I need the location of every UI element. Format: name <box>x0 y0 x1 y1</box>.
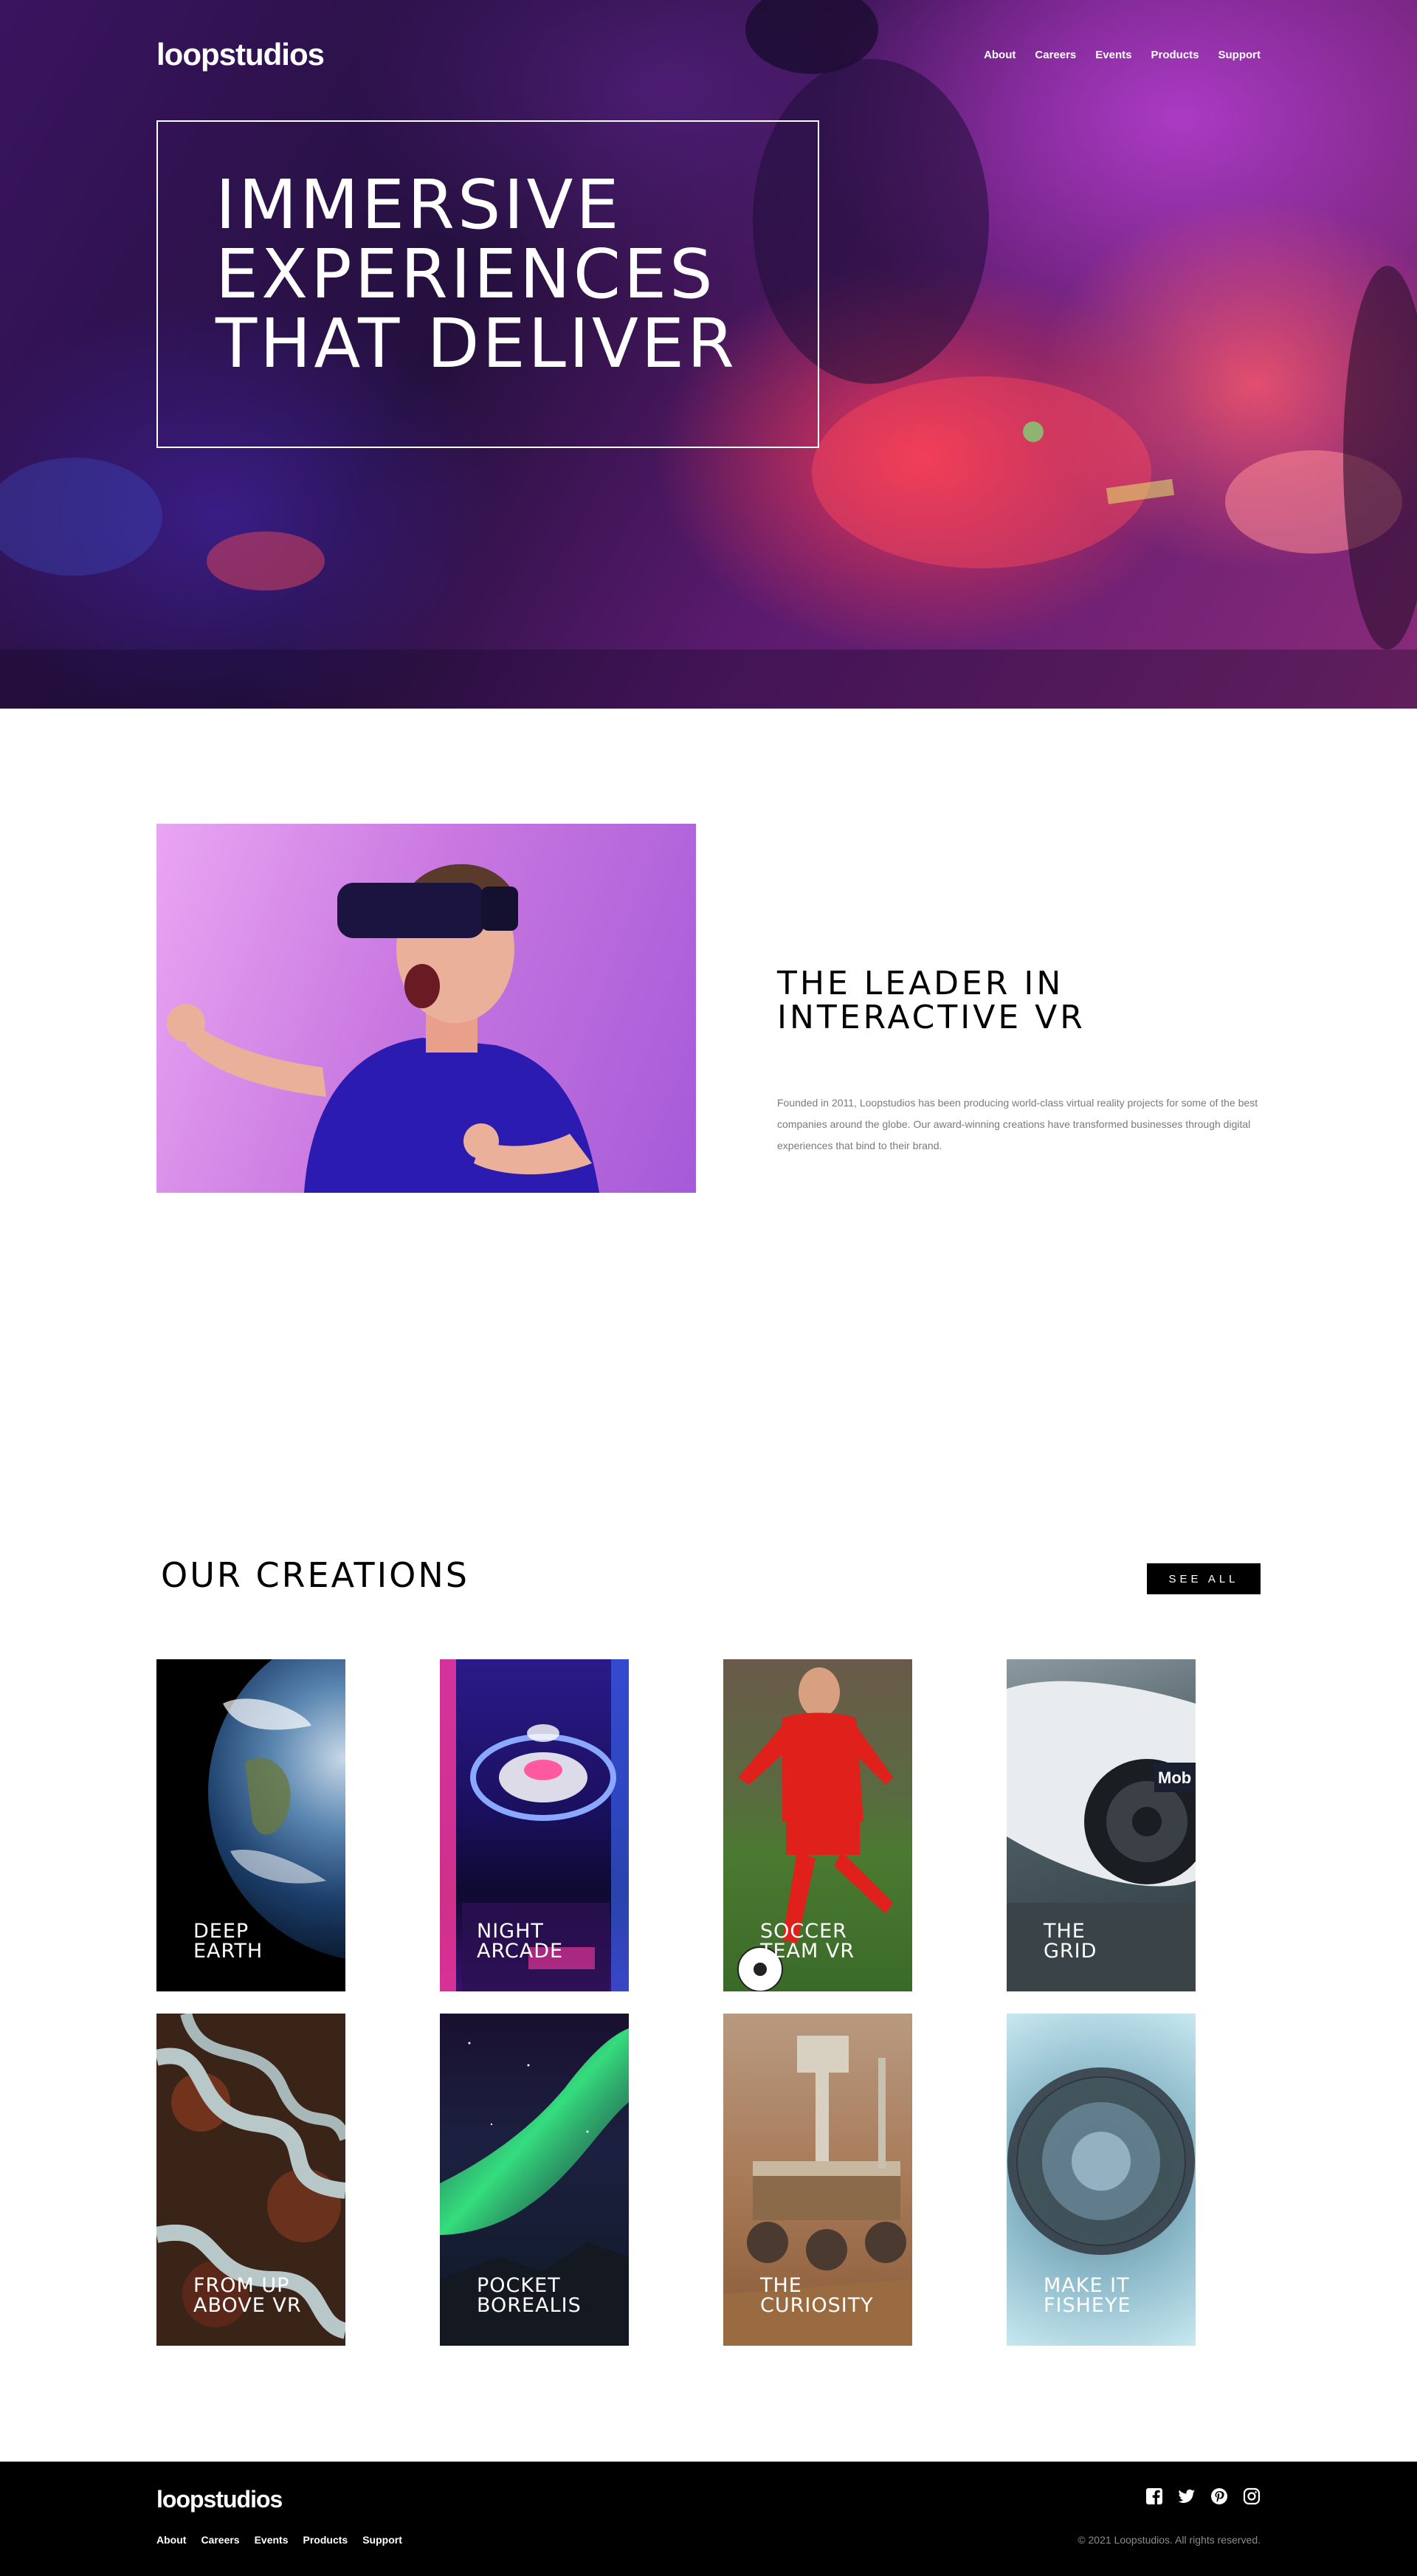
about-title-line: THE LEADER IN <box>777 965 1064 1002</box>
creation-card-night-arcade[interactable]: NIGHT ARCADE <box>440 1659 629 1991</box>
logo[interactable]: loopstudios <box>156 37 325 72</box>
footer-nav-about[interactable]: About <box>156 2534 186 2546</box>
creation-card-deep-earth[interactable]: DEEP EARTH <box>156 1659 345 1991</box>
creation-label: MAKE IT FISHEYE <box>1044 2276 1131 2315</box>
hero-title-line: EXPERIENCES <box>216 235 716 314</box>
twitter-icon[interactable] <box>1178 2487 1196 2505</box>
creations-title: OUR CREATIONS <box>161 1555 469 1595</box>
creations-section: OUR CREATIONS SEE ALL DEEP EARTH NIGHT A… <box>0 1447 1417 2462</box>
hero-title: IMMERSIVE EXPERIENCES THAT DELIVER <box>216 171 818 379</box>
hero-title-line: IMMERSIVE <box>216 165 622 244</box>
site-footer: loopstudios About Careers Events Product… <box>0 2462 1417 2576</box>
nav-products[interactable]: Products <box>1151 49 1199 61</box>
creation-card-pocket-borealis[interactable]: POCKET BOREALIS <box>440 2014 629 2346</box>
vr-illustration <box>167 864 599 1193</box>
creation-label-line: SOCCER <box>760 1920 847 1943</box>
footer-nav-careers[interactable]: Careers <box>201 2534 239 2546</box>
hero-section: loopstudios About Careers Events Product… <box>0 0 1417 709</box>
footer-nav-support[interactable]: Support <box>362 2534 402 2546</box>
creation-label-line: THE <box>760 2274 802 2297</box>
creation-card-the-grid[interactable]: Mob THE GRID <box>1007 1659 1196 1991</box>
social-links <box>1145 2487 1261 2505</box>
creation-label: POCKET BOREALIS <box>477 2276 582 2315</box>
copyright-text: © 2021 Loopstudios. All rights reserved. <box>1078 2534 1261 2546</box>
creation-label: THE CURIOSITY <box>760 2276 874 2315</box>
footer-logo[interactable]: loopstudios <box>156 2486 283 2513</box>
creation-label-line: TEAM VR <box>760 1940 855 1963</box>
creation-card-soccer-team-vr[interactable]: SOCCER TEAM VR <box>723 1659 912 1991</box>
creation-label: THE GRID <box>1044 1921 1097 1961</box>
nav-about[interactable]: About <box>984 49 1016 61</box>
creation-label: FROM UP ABOVE VR <box>193 2276 302 2315</box>
vr-headset-man-image <box>156 824 696 1193</box>
site-header: loopstudios About Careers Events Product… <box>156 37 1261 72</box>
instagram-icon[interactable] <box>1243 2487 1261 2505</box>
about-title-line: INTERACTIVE VR <box>777 999 1086 1036</box>
creation-label-line: ARCADE <box>477 1940 564 1963</box>
creation-card-make-it-fisheye[interactable]: MAKE IT FISHEYE <box>1007 2014 1196 2346</box>
footer-nav-events[interactable]: Events <box>255 2534 289 2546</box>
nav-events[interactable]: Events <box>1095 49 1131 61</box>
about-section: THE LEADER IN INTERACTIVE VR Founded in … <box>0 709 1417 1447</box>
creation-label-line: ABOVE VR <box>193 2294 302 2317</box>
creation-label-line: MAKE IT <box>1044 2274 1130 2297</box>
creation-label-line: EARTH <box>193 1940 263 1963</box>
creation-label-line: THE <box>1044 1920 1086 1943</box>
creation-card-from-up-above-vr[interactable]: FROM UP ABOVE VR <box>156 2014 345 2346</box>
footer-nav-products[interactable]: Products <box>303 2534 348 2546</box>
creation-label-line: FISHEYE <box>1044 2294 1131 2317</box>
creation-label: NIGHT ARCADE <box>477 1921 563 1961</box>
creation-label-line: NIGHT <box>477 1920 544 1943</box>
creation-label: DEEP EARTH <box>193 1921 263 1961</box>
about-description: Founded in 2011, Loopstudios has been pr… <box>777 1097 1258 1151</box>
main-nav: About Careers Events Products Support <box>984 49 1261 61</box>
facebook-icon[interactable] <box>1145 2487 1163 2505</box>
creation-label-line: FROM UP <box>193 2274 290 2297</box>
creation-label-line: GRID <box>1044 1940 1097 1963</box>
hero-title-line: THAT DELIVER <box>216 304 737 383</box>
nav-careers[interactable]: Careers <box>1035 49 1076 61</box>
creation-label-line: POCKET <box>477 2274 561 2297</box>
svg-text:Mob: Mob <box>1158 1769 1191 1787</box>
creation-label-line: BOREALIS <box>477 2294 582 2317</box>
creation-label-line: CURIOSITY <box>760 2294 874 2317</box>
about-title: THE LEADER IN INTERACTIVE VR <box>777 967 1220 1035</box>
hero-title-box: IMMERSIVE EXPERIENCES THAT DELIVER <box>156 120 819 448</box>
see-all-button[interactable]: SEE ALL <box>1147 1563 1261 1594</box>
creation-card-the-curiosity[interactable]: THE CURIOSITY <box>723 2014 912 2346</box>
pinterest-icon[interactable] <box>1210 2487 1228 2505</box>
footer-nav: About Careers Events Products Support <box>156 2534 402 2546</box>
creation-label: SOCCER TEAM VR <box>760 1921 855 1961</box>
creation-label-line: DEEP <box>193 1920 249 1943</box>
car-image: Mob <box>1007 1681 1196 1991</box>
nav-support[interactable]: Support <box>1218 49 1261 61</box>
